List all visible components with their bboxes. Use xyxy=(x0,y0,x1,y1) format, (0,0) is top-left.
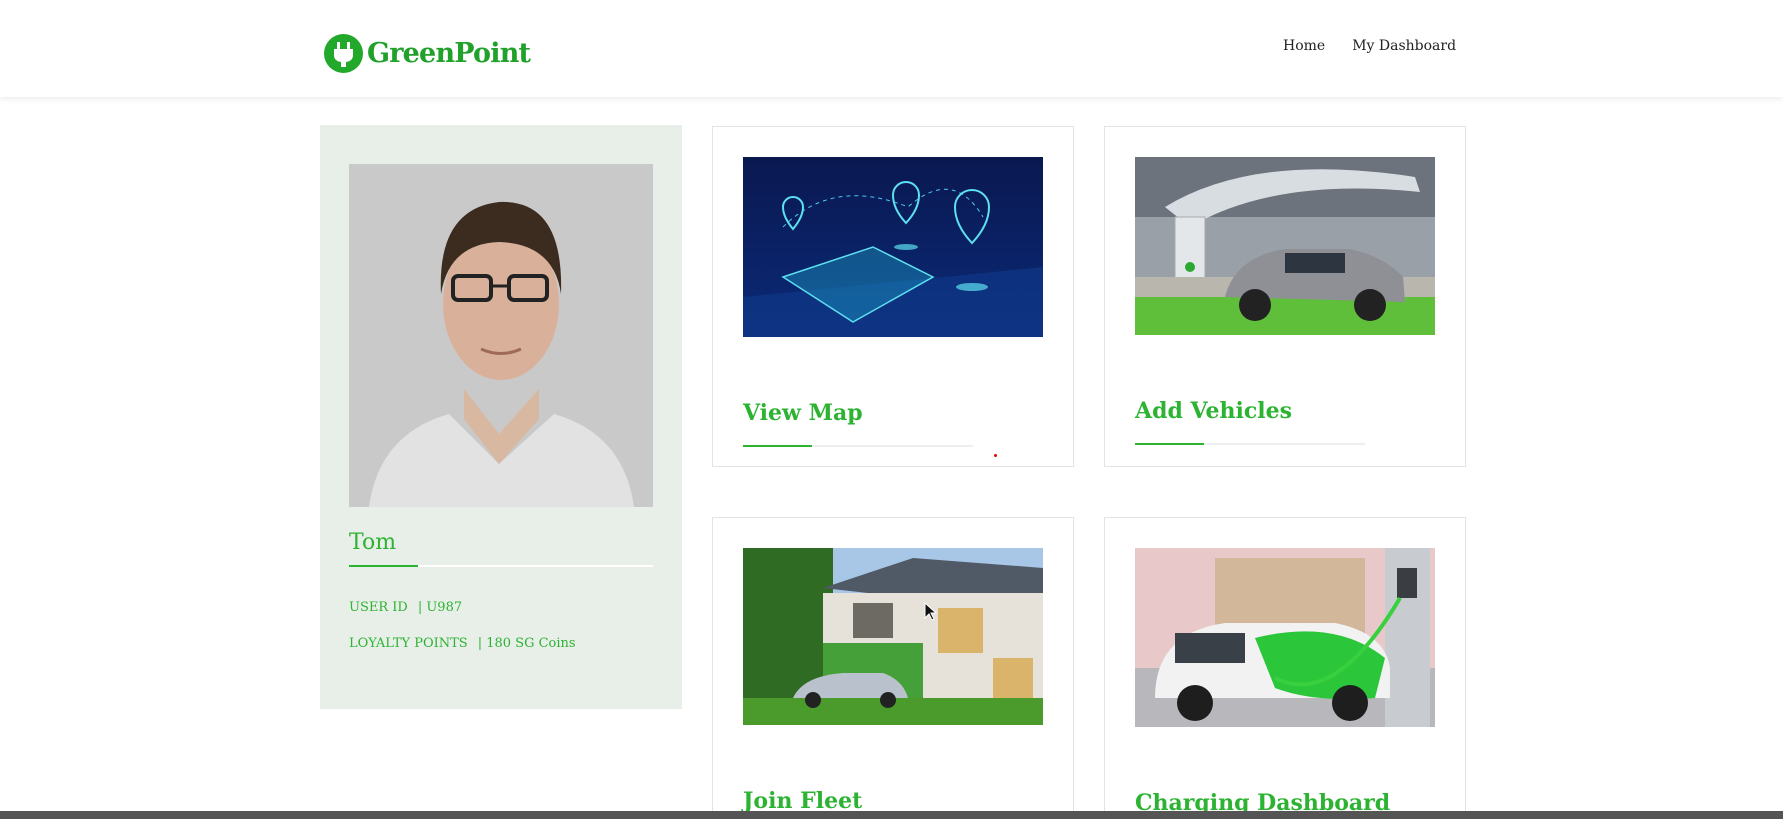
user-id-label: USER ID xyxy=(349,600,408,615)
profile-name: Tom xyxy=(349,530,397,555)
car-charging-station-image xyxy=(1135,157,1435,335)
avatar xyxy=(349,164,653,507)
map-technology-image xyxy=(743,157,1043,337)
view-map-title[interactable]: View Map xyxy=(743,400,863,426)
profile-divider xyxy=(349,565,653,567)
add-vehicles-title[interactable]: Add Vehicles xyxy=(1135,398,1292,424)
user-id-row: USER ID | U987 xyxy=(349,600,462,615)
house-with-car-image xyxy=(743,548,1043,725)
view-map-card[interactable]: View Map xyxy=(712,126,1074,467)
logo-text: GreenPoint xyxy=(367,37,531,69)
logo[interactable]: GreenPoint xyxy=(324,33,531,73)
main-nav: Home My Dashboard xyxy=(1283,38,1456,54)
add-vehicles-card[interactable]: Add Vehicles xyxy=(1104,126,1466,467)
site-header: GreenPoint Home My Dashboard xyxy=(0,0,1783,97)
nav-dashboard-link[interactable]: My Dashboard xyxy=(1352,38,1456,54)
loyalty-points-value: | 180 SG Coins xyxy=(477,636,576,651)
user-id-value: | U987 xyxy=(417,600,463,615)
card-divider xyxy=(1135,443,1365,445)
loyalty-points-row: LOYALTY POINTS | 180 SG Coins xyxy=(349,636,576,651)
loyalty-points-label: LOYALTY POINTS xyxy=(349,636,468,651)
plug-icon xyxy=(324,33,363,73)
card-divider xyxy=(743,445,973,447)
nav-home-link[interactable]: Home xyxy=(1283,38,1325,54)
green-ev-charging-image xyxy=(1135,548,1435,727)
bottom-bar xyxy=(0,811,1783,819)
indicator-dot xyxy=(994,454,997,457)
join-fleet-card[interactable]: Join Fleet xyxy=(712,517,1074,819)
mouse-cursor-icon xyxy=(924,601,938,626)
charging-dashboard-card[interactable]: Charging Dashboard xyxy=(1104,517,1466,819)
profile-card: Tom USER ID | U987 LOYALTY POINTS | 180 SG… xyxy=(320,125,682,709)
